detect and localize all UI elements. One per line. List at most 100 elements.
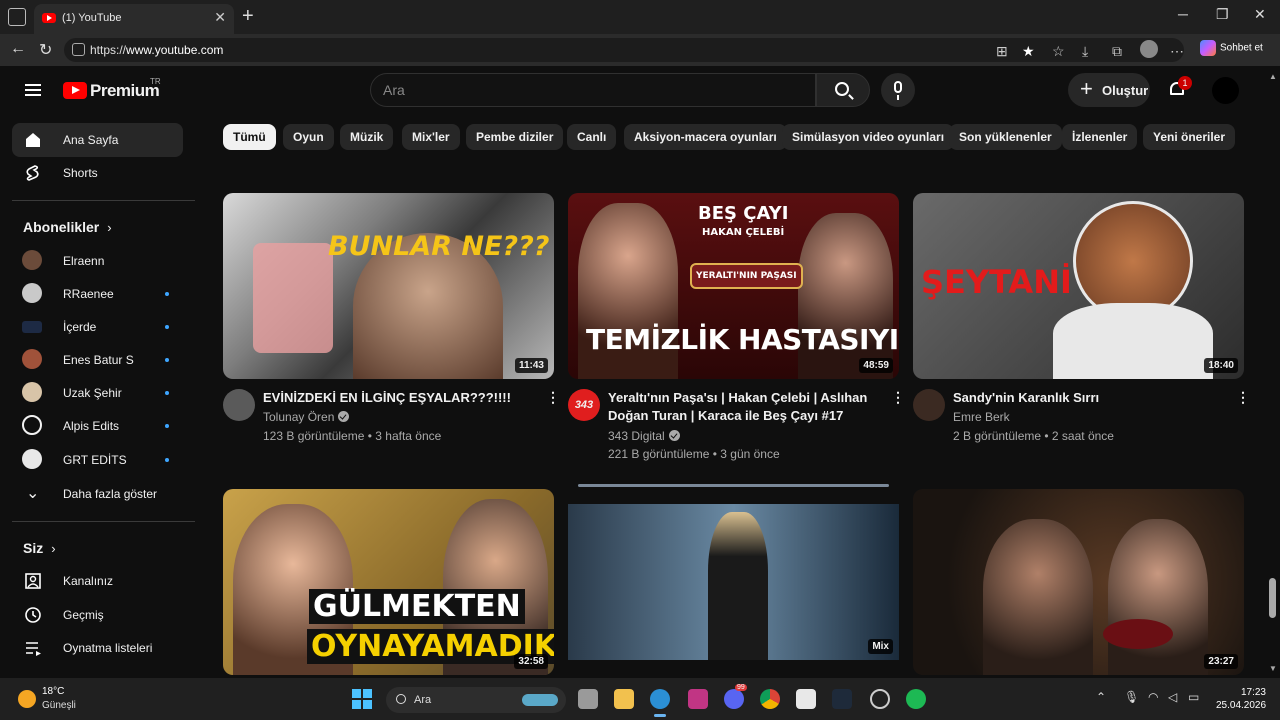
- video-title[interactable]: Yeraltı'nın Paşa'sı | Hakan Çelebi | Asl…: [608, 389, 890, 425]
- more-actions-icon[interactable]: ⋮: [891, 390, 905, 404]
- voice-search-button[interactable]: [881, 73, 915, 107]
- taskbar-clock[interactable]: 17:23 25.04.2026: [1216, 686, 1266, 712]
- video-thumbnail[interactable]: Mix: [568, 504, 899, 660]
- chip-simulation[interactable]: Simülasyon video oyunları: [782, 124, 955, 150]
- search-box[interactable]: [370, 73, 816, 107]
- close-window-button[interactable]: ✕: [1254, 6, 1266, 23]
- maximize-button[interactable]: ❐: [1216, 6, 1229, 23]
- new-tab-button[interactable]: +: [242, 5, 254, 28]
- notifications-button[interactable]: 1: [1168, 76, 1192, 98]
- search-button[interactable]: [816, 73, 870, 107]
- chip-all[interactable]: Tümü: [223, 124, 276, 150]
- video-title-line: Doğan Turan | Karaca ile Beş Çayı #17: [608, 408, 844, 423]
- chrome-icon[interactable]: [760, 689, 780, 709]
- edge-browser-icon[interactable]: [650, 689, 670, 709]
- downloads-icon[interactable]: ⤓: [1082, 43, 1088, 60]
- wifi-icon[interactable]: ◠: [1148, 690, 1158, 704]
- chip-mixes[interactable]: Mix'ler: [402, 124, 460, 150]
- back-button[interactable]: ←: [10, 40, 26, 58]
- channel-avatar[interactable]: [913, 389, 945, 421]
- subscriptions-heading[interactable]: Abonelikler ›: [23, 219, 112, 235]
- sidebar-item-shorts[interactable]: Shorts: [12, 156, 183, 190]
- chip-recently-uploaded[interactable]: Son yüklenenler: [949, 124, 1062, 150]
- apps-icon[interactable]: ⊞: [996, 43, 1008, 60]
- video-thumbnail[interactable]: BEŞ ÇAYI HAKAN ÇELEBİ YERALTI'NIN PAŞASI…: [568, 193, 899, 379]
- start-button[interactable]: [352, 689, 372, 709]
- show-hidden-icons[interactable]: ⌃: [1096, 690, 1106, 704]
- sidebar-item-subscription[interactable]: GRT EDİTS: [12, 443, 183, 477]
- task-view-icon[interactable]: [578, 689, 598, 709]
- video-thumbnail[interactable]: GÜLMEKTEN OYNAYAMADIK 32:58: [223, 489, 554, 675]
- chip-action-adventure[interactable]: Aksiyon-macera oyunları: [624, 124, 787, 150]
- file-explorer-icon[interactable]: [614, 689, 634, 709]
- address-bar[interactable]: https://www.youtube.com ⊞ ★ ☆ ⤓ ⧉ ⋯: [64, 38, 1184, 62]
- you-heading[interactable]: Siz ›: [23, 540, 56, 556]
- spotify-icon[interactable]: [906, 689, 926, 709]
- show-more-button[interactable]: ⌄ Daha fazla göster: [12, 477, 183, 511]
- more-actions-icon[interactable]: ⋮: [1236, 390, 1250, 404]
- site-info-icon[interactable]: [72, 43, 85, 56]
- solitaire-icon[interactable]: [796, 689, 816, 709]
- video-channel[interactable]: Emre Berk: [953, 408, 1010, 427]
- profile-avatar-icon[interactable]: [1140, 40, 1158, 58]
- browser-tab[interactable]: (1) YouTube ✕: [34, 4, 234, 34]
- discord-icon[interactable]: 99: [724, 684, 747, 709]
- steam-icon[interactable]: [870, 689, 890, 709]
- minimize-button[interactable]: ─: [1178, 6, 1188, 22]
- workspaces-icon[interactable]: [8, 8, 26, 26]
- scroll-down-icon[interactable]: ▼: [1269, 664, 1277, 673]
- sidebar-item-subscription[interactable]: Enes Batur S: [12, 343, 183, 377]
- close-tab-icon[interactable]: ✕: [214, 9, 226, 26]
- chip-soap-operas[interactable]: Pembe diziler: [466, 124, 564, 150]
- sidebar-item-your-channel[interactable]: Kanalınız: [12, 564, 183, 598]
- account-avatar[interactable]: [1212, 77, 1239, 104]
- search-input[interactable]: [383, 82, 783, 98]
- notification-badge: 1: [1178, 76, 1192, 90]
- country-code: TR: [150, 77, 161, 86]
- channel-avatar[interactable]: 343: [568, 389, 600, 421]
- favorites-icon[interactable]: ☆: [1052, 43, 1065, 60]
- scrollbar-thumb[interactable]: [1269, 578, 1276, 618]
- refresh-button[interactable]: ↻: [39, 40, 52, 60]
- youtube-logo-icon[interactable]: [63, 82, 87, 99]
- sidebar-item-subscription[interactable]: Alpis Edits: [12, 409, 183, 443]
- video-thumbnail[interactable]: 23:27: [913, 489, 1244, 675]
- menu-icon[interactable]: [25, 84, 41, 96]
- sidebar-item-home[interactable]: Ana Sayfa: [12, 123, 183, 157]
- chip-watched[interactable]: İzlenenler: [1062, 124, 1138, 150]
- page-scrollbar[interactable]: ▲ ▼: [1266, 66, 1280, 678]
- sidebar-item-label: Alpis Edits: [63, 419, 120, 433]
- video-thumbnail[interactable]: ŞEYTANİ 18:40: [913, 193, 1244, 379]
- battery-icon[interactable]: ▭: [1188, 690, 1199, 704]
- instagram-icon[interactable]: [688, 689, 708, 709]
- taskbar-search[interactable]: Ara: [386, 687, 566, 713]
- video-channel[interactable]: Tolunay Ören: [263, 408, 350, 427]
- sidebar-item-subscription[interactable]: RRaenee: [12, 277, 183, 311]
- more-actions-icon[interactable]: ⋮: [546, 390, 560, 404]
- sidebar-item-subscription[interactable]: Uzak Şehir: [12, 376, 183, 410]
- sidebar-item-subscription[interactable]: Elraenn: [12, 244, 183, 278]
- chip-new-to-you[interactable]: Yeni öneriler: [1143, 124, 1236, 150]
- video-title[interactable]: EVİNİZDEKİ EN İLGİNÇ EŞYALAR???!!!!: [263, 389, 545, 407]
- sidebar-item-history[interactable]: Geçmiş: [12, 598, 183, 632]
- scroll-up-icon[interactable]: ▲: [1269, 72, 1277, 81]
- video-title[interactable]: Sandy'nin Karanlık Sırrı: [953, 389, 1235, 407]
- chip-games[interactable]: Oyun: [283, 124, 334, 150]
- screenshot-icon[interactable]: ⧉: [1112, 43, 1122, 60]
- sidebar-item-playlists[interactable]: Oynatma listeleri: [12, 631, 183, 665]
- app-icon[interactable]: [832, 689, 852, 709]
- volume-icon[interactable]: ◁: [1168, 690, 1177, 704]
- microphone-icon[interactable]: 🎙: [1124, 690, 1139, 704]
- chip-music[interactable]: Müzik: [340, 124, 394, 150]
- channel-avatar[interactable]: [223, 389, 255, 421]
- favorite-star-icon[interactable]: ★: [1022, 43, 1035, 60]
- video-thumbnail[interactable]: BUNLAR NE??? 11:43: [223, 193, 554, 379]
- chip-live[interactable]: Canlı: [567, 124, 617, 150]
- brand-name[interactable]: Premium: [90, 81, 160, 101]
- chat-button[interactable]: Sohbet et: [1200, 40, 1263, 60]
- video-channel[interactable]: 343 Digital: [608, 427, 680, 446]
- channel-avatar: [22, 449, 42, 469]
- create-button[interactable]: + Oluştur: [1068, 73, 1150, 107]
- sidebar-item-subscription[interactable]: İçerde: [12, 310, 183, 344]
- more-menu-icon[interactable]: ⋯: [1170, 43, 1184, 60]
